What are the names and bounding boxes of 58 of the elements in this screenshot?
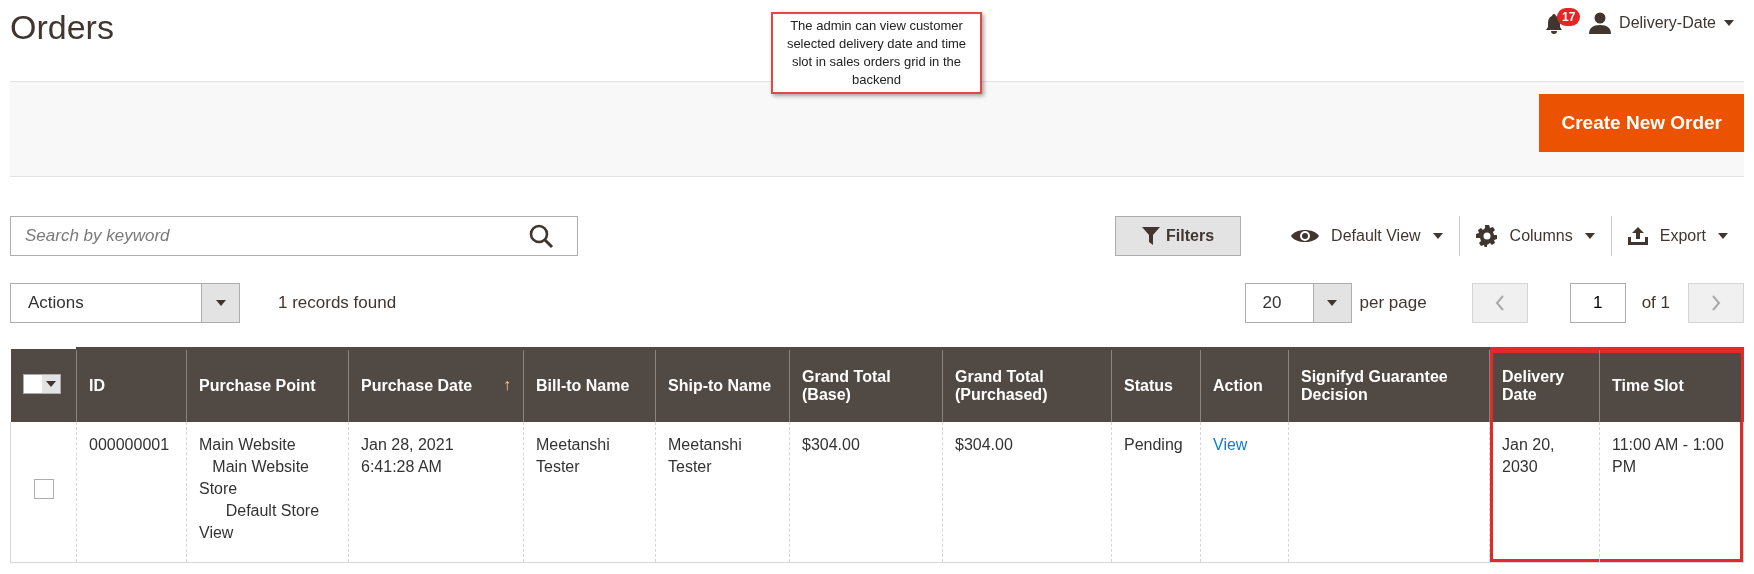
table-cell-text: Meetanshi Tester bbox=[668, 435, 743, 475]
column-header[interactable]: Purchase Date bbox=[361, 376, 473, 395]
chevron-left-icon bbox=[1494, 295, 1505, 311]
upload-icon bbox=[1627, 227, 1648, 245]
user-icon bbox=[1589, 12, 1612, 34]
annotation-note: The admin can view customer selected delivery date and time slot in sales orders grid in the backend bbox=[771, 12, 982, 94]
column-header[interactable]: Ship-to Name bbox=[668, 376, 772, 395]
actions-dropdown[interactable]: Actions bbox=[10, 283, 240, 323]
column-header[interactable]: Time Slot bbox=[1612, 376, 1684, 395]
records-count: 1 records found bbox=[278, 293, 397, 313]
table-cell: $304.00 bbox=[955, 435, 1013, 453]
table-cell-text: Jan 20, 2030 bbox=[1502, 435, 1556, 475]
column-header[interactable]: Grand Total (Purchased) bbox=[955, 367, 1099, 404]
caret-icon bbox=[1718, 233, 1728, 239]
column-header[interactable]: Bill-to Name bbox=[536, 376, 630, 395]
column-header[interactable]: Grand Total (Base) bbox=[802, 367, 930, 404]
export-menu[interactable]: Export bbox=[1611, 216, 1744, 256]
table-cell: 000000001 bbox=[89, 435, 170, 453]
view-menu[interactable]: Default View bbox=[1275, 216, 1459, 256]
caret-icon bbox=[1584, 233, 1595, 239]
per-page-dropdown[interactable]: 20 bbox=[1244, 283, 1352, 323]
select-all-checkbox[interactable] bbox=[22, 373, 61, 394]
create-order-button[interactable]: Create New Order bbox=[1539, 94, 1744, 152]
columns-menu[interactable]: Columns bbox=[1459, 216, 1611, 256]
table-cell-text: Meetanshi Tester bbox=[536, 435, 611, 475]
funnel-icon bbox=[1142, 227, 1161, 245]
page-title: Orders bbox=[10, 8, 114, 47]
page-total: of 1 bbox=[1641, 293, 1670, 313]
column-header[interactable]: Delivery Date bbox=[1502, 367, 1587, 404]
table-cell-text: Main Website Main Website Store Default Store View bbox=[199, 435, 321, 541]
page-number-field[interactable]: 1 bbox=[1569, 283, 1626, 323]
column-header[interactable]: Action bbox=[1213, 376, 1263, 395]
chevron-right-icon bbox=[1711, 295, 1721, 311]
table-cell-text: 11:00 AM - 1:00 PM bbox=[1612, 435, 1725, 475]
column-header[interactable]: Signifyd Guarantee Decision bbox=[1301, 367, 1477, 404]
bell-icon[interactable] bbox=[1545, 14, 1564, 34]
column-header[interactable]: Status bbox=[1124, 376, 1173, 395]
eye-icon bbox=[1291, 228, 1320, 244]
sort-arrow[interactable]: ↑ bbox=[503, 376, 511, 394]
caret-icon bbox=[1724, 20, 1734, 26]
gear-icon bbox=[1475, 225, 1498, 247]
view-link[interactable]: View bbox=[1213, 435, 1248, 453]
search-field[interactable]: Search by keyword bbox=[10, 216, 578, 256]
filters-button[interactable]: Filters bbox=[1115, 216, 1242, 256]
caret-icon bbox=[215, 300, 226, 306]
caret-icon bbox=[1327, 300, 1337, 306]
caret-icon bbox=[45, 380, 56, 387]
caret-icon bbox=[1432, 233, 1443, 239]
column-header[interactable]: Purchase Point bbox=[199, 376, 316, 395]
table-cell: $304.00 bbox=[802, 435, 860, 453]
column-header[interactable]: ID bbox=[89, 376, 105, 395]
row-checkbox[interactable] bbox=[33, 478, 54, 499]
notification-badge: 17 bbox=[1557, 8, 1581, 26]
search-icon[interactable] bbox=[528, 223, 554, 249]
per-page-label: per page bbox=[1359, 293, 1427, 313]
table-cell: Pending bbox=[1124, 435, 1183, 453]
user-menu[interactable]: Delivery-Date bbox=[1619, 14, 1716, 32]
table-cell-text: Jan 28, 2021 6:41:28 AM bbox=[361, 435, 455, 475]
